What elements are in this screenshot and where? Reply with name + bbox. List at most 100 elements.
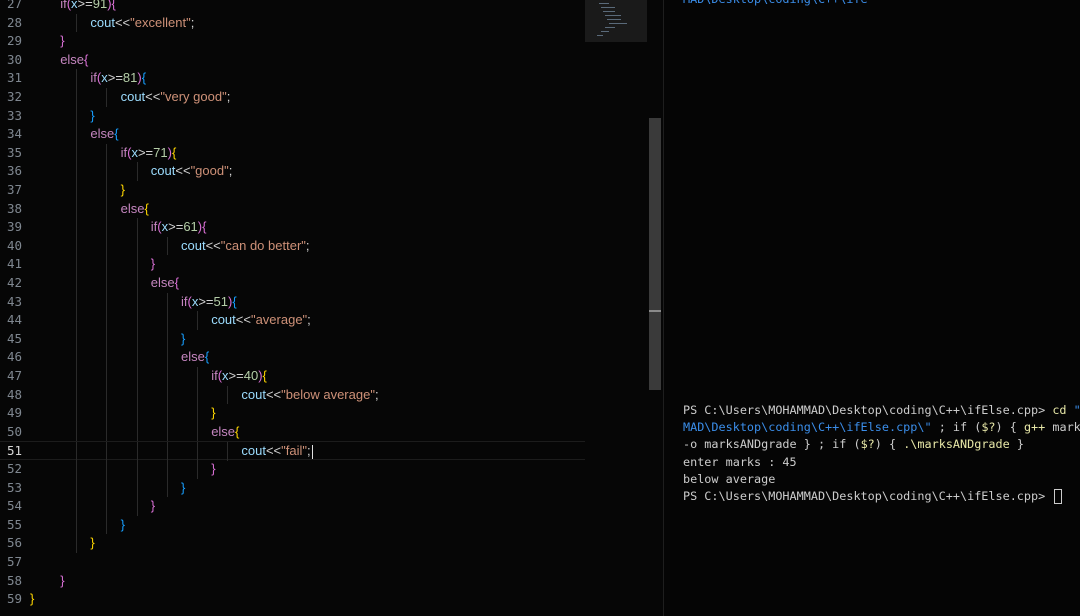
terminal-scrolled-line: MAD\Desktop\coding\C++\ife: [683, 0, 868, 8]
code-line[interactable]: 46 else{: [0, 348, 585, 367]
indent-guide: [136, 348, 138, 367]
code-line[interactable]: 31 if(x>=81){: [0, 69, 585, 88]
code-line[interactable]: 50 else{: [0, 422, 585, 442]
scrollbar-cursor-marker: [649, 310, 661, 312]
code-text: cout<<"excellent";: [90, 14, 195, 30]
code-line[interactable]: 35 if(x>=71){: [0, 143, 585, 163]
vertical-scrollbar[interactable]: [649, 118, 661, 390]
code-line[interactable]: 52}: [0, 460, 585, 479]
terminal-panel[interactable]: MAD\Desktop\coding\C++\ife PS C:\Users\M…: [663, 0, 1080, 616]
indent-guide: [136, 162, 138, 181]
code-text: }: [181, 330, 186, 346]
minimap-line: [605, 27, 615, 28]
code-line[interactable]: 41}: [0, 255, 585, 274]
code-line[interactable]: 38 else{: [0, 199, 585, 219]
indent-guide: [136, 274, 138, 293]
code-line[interactable]: 47 if(x>=40){: [0, 367, 585, 386]
code-line[interactable]: 34 else{: [0, 125, 585, 144]
code-line[interactable]: 51 cout<<"fail";: [0, 441, 585, 461]
code-line[interactable]: 30 else{: [0, 51, 585, 70]
terminal-text: ) {: [874, 437, 904, 451]
indent-guide: [106, 292, 108, 312]
indent-guide: [76, 442, 78, 461]
line-number: 28: [6, 14, 22, 30]
minimap-line: [599, 3, 609, 4]
minimap-line: [605, 15, 621, 16]
indent-guide: [136, 422, 138, 442]
code-line[interactable]: 59}: [0, 590, 585, 609]
code-text: }: [60, 33, 65, 49]
code-text: }: [120, 182, 125, 197]
code-text: if(x>=71){: [120, 144, 177, 160]
indent-guide: [197, 422, 198, 442]
minimap-line: [607, 19, 621, 20]
code-line[interactable]: 42 else{: [0, 274, 585, 293]
line-number: 53: [6, 479, 22, 495]
line-number: 40: [6, 237, 22, 253]
code-line[interactable]: 43 if(x>=51){: [0, 292, 585, 312]
code-text: cout<<"can do better";: [181, 237, 310, 253]
terminal-var: $?: [981, 420, 996, 434]
code-line[interactable]: 36 cout<<"good";: [0, 162, 585, 181]
code-text: }: [150, 498, 156, 514]
indent-guide: [76, 13, 78, 33]
code-line[interactable]: 56}: [0, 534, 585, 553]
terminal-text: }: [1009, 437, 1024, 451]
line-number: 49: [6, 405, 22, 421]
indent-guide: [136, 385, 138, 405]
code-line[interactable]: 49}: [0, 404, 585, 423]
indent-guide: [76, 422, 78, 442]
code-line[interactable]: 58}: [0, 572, 585, 591]
indent-guide: [106, 367, 108, 386]
code-line[interactable]: 39 if(x>=61){: [0, 218, 585, 237]
terminal-command-line-2: MAD\Desktop\coding\C++\ifElse.cpp\" ; if…: [683, 419, 1080, 436]
code-line[interactable]: 40 cout<<"can do better";: [0, 236, 585, 256]
indent-guide: [76, 181, 78, 200]
indent-guide: [166, 460, 168, 479]
line-number: 43: [6, 293, 22, 309]
code-text: if(x>=91){: [60, 0, 116, 11]
indent-guide: [136, 404, 138, 423]
code-text: if(x>=81){: [90, 70, 147, 86]
indent-guide: [136, 236, 138, 256]
indent-guide: [106, 442, 108, 461]
code-text: cout<<"average";: [211, 312, 311, 328]
indent-guide: [76, 497, 78, 516]
terminal-cursor: [1054, 489, 1063, 504]
code-line[interactable]: 32 cout<<"very good";: [0, 88, 585, 107]
indent-guide: [76, 199, 78, 219]
code-line[interactable]: 37}: [0, 181, 585, 200]
code-text: }: [60, 572, 65, 588]
terminal-prompt: PS C:\Users\MOHAMMAD\Desktop\coding\C++\…: [683, 403, 1053, 417]
code-line[interactable]: 45}: [0, 329, 585, 349]
indent-guide: [197, 385, 198, 405]
code-line[interactable]: 55}: [0, 515, 585, 535]
code-line[interactable]: 53}: [0, 478, 585, 498]
minimap-line: [609, 23, 627, 24]
indent-guide: [166, 478, 168, 498]
code-line[interactable]: 44 cout<<"average";: [0, 311, 585, 330]
line-number: 50: [6, 423, 22, 439]
indent-guide: [76, 311, 78, 330]
code-text: else{: [120, 200, 149, 216]
code-editor[interactable]: 27 if(x>=91){28 cout<<"excellent"; 29} 30 els…: [0, 0, 663, 616]
code-line[interactable]: 57: [0, 553, 585, 572]
indent-guide: [76, 125, 78, 144]
code-text: }: [150, 256, 156, 272]
terminal-prompt: PS C:\Users\MOHAMMAD\Desktop\coding\C++\…: [683, 489, 1053, 503]
code-text: cout<<"fail";: [241, 443, 313, 459]
code-line[interactable]: 48 cout<<"below average";: [0, 385, 585, 405]
indent-guide: [106, 497, 108, 516]
code-line[interactable]: 28 cout<<"excellent";: [0, 13, 585, 33]
code-line[interactable]: 54}: [0, 497, 585, 516]
code-text: if(x>=40){: [211, 368, 267, 383]
code-line[interactable]: 29}: [0, 32, 585, 51]
code-line[interactable]: 27 if(x>=91){: [0, 0, 585, 14]
line-number: 48: [6, 386, 22, 402]
minimap[interactable]: [585, 0, 647, 42]
code-line[interactable]: 33}: [0, 106, 585, 126]
line-number: 57: [6, 554, 22, 569]
indent-guide: [106, 236, 108, 256]
code-text: else{: [150, 275, 179, 290]
indent-guide: [106, 404, 108, 423]
